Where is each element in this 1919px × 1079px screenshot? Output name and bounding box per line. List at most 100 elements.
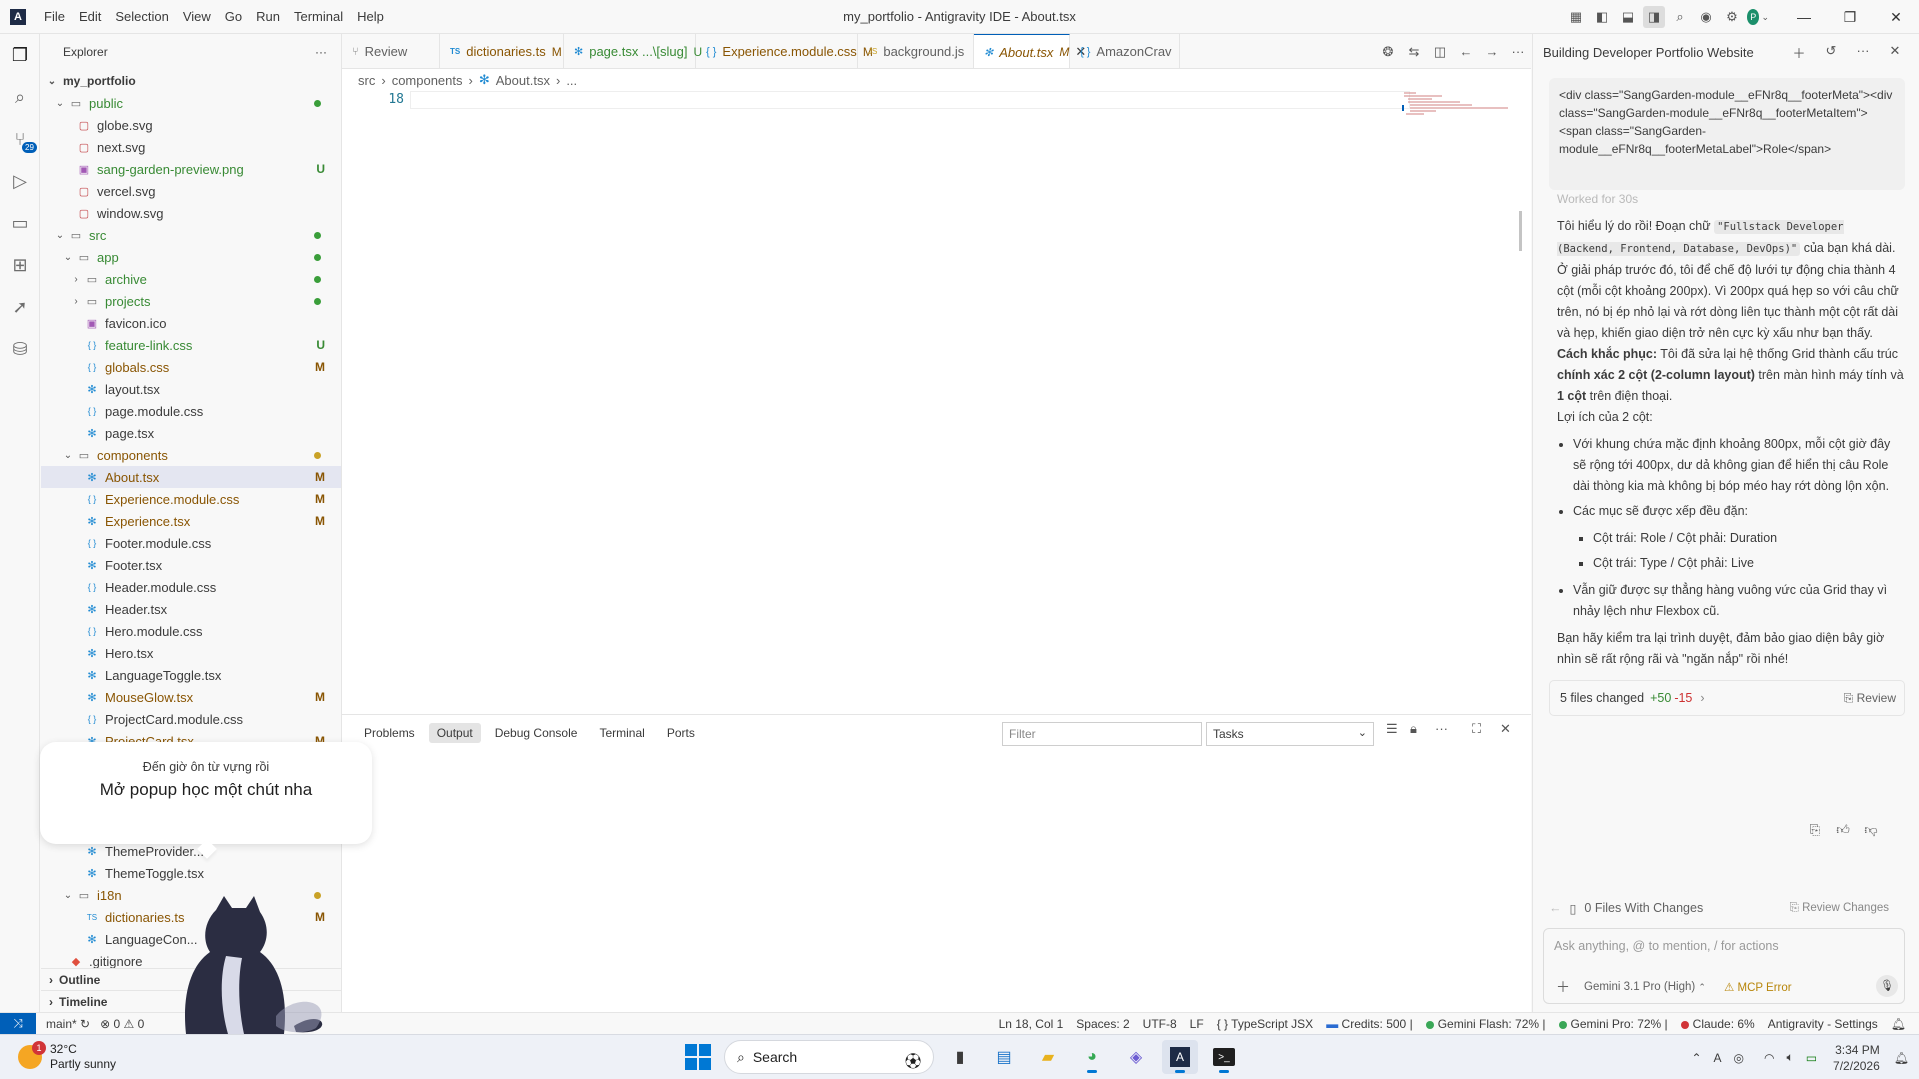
close-panel-icon[interactable]: ✕ — [1500, 721, 1511, 737]
file-item[interactable]: { } feature-link.css U — [41, 334, 341, 356]
taskbar-search[interactable]: ⌕ Search ⚽︎ — [724, 1040, 934, 1074]
battery-icon[interactable]: ▭ — [1806, 1051, 1817, 1065]
folder-item[interactable]: ⌄ ▭ app — [41, 246, 341, 268]
file-item[interactable]: ▣ favicon.ico — [41, 312, 341, 334]
file-item[interactable]: { } Hero.module.css — [41, 620, 341, 642]
vocab-reminder-popup[interactable]: Đến giờ ôn từ vựng rồi Mở popup học một … — [40, 742, 372, 844]
folder-item[interactable]: › ▭ projects — [41, 290, 341, 312]
panel-tab-ports[interactable]: Ports — [659, 723, 703, 743]
new-chat-icon[interactable]: ＋ — [1783, 43, 1815, 62]
toggle-panel-icon[interactable]: ⬓ — [1617, 6, 1639, 28]
toggle-secondary-sidebar-icon[interactable]: ◨ — [1643, 6, 1665, 28]
menu-item-edit[interactable]: Edit — [72, 0, 108, 34]
toggle-primary-sidebar-icon[interactable]: ◧ — [1591, 6, 1613, 28]
file-item[interactable]: ✻ About.tsx M — [41, 466, 341, 488]
menu-item-run[interactable]: Run — [249, 0, 287, 34]
close-window-button[interactable]: ✕ — [1873, 0, 1919, 34]
thumbs-up-icon[interactable]: 👍︎ — [1829, 822, 1857, 838]
customize-layout-icon[interactable]: ▦ — [1565, 6, 1587, 28]
editor-tab[interactable]: ✻ page.tsx ...\[slug] U — [564, 34, 702, 68]
file-item[interactable]: { } globals.css M — [41, 356, 341, 378]
menu-item-file[interactable]: File — [37, 0, 72, 34]
file-item[interactable]: ✻ Hero.tsx — [41, 642, 341, 664]
more-actions-icon[interactable]: ··· — [315, 45, 327, 59]
gemini-pro-quota[interactable]: Gemini Pro: 72% | — [1558, 1017, 1668, 1031]
go-forward-icon[interactable]: → — [1479, 44, 1505, 59]
more-actions-icon[interactable]: ··· — [1435, 721, 1448, 736]
split-editor-icon[interactable]: ◫ — [1427, 44, 1453, 60]
restore-button[interactable]: ❐ — [1827, 0, 1873, 34]
chrome-icon[interactable]: ◕ — [1074, 1040, 1110, 1074]
file-item[interactable]: ▢ globe.svg — [41, 114, 341, 136]
menu-item-go[interactable]: Go — [218, 0, 249, 34]
breadcrumb-components[interactable]: components — [392, 73, 463, 88]
editor-tab[interactable]: ✻ About.tsx M ✕ — [974, 34, 1086, 68]
file-item[interactable]: ▢ vercel.svg — [41, 180, 341, 202]
antigravity-app-icon[interactable]: A — [1162, 1040, 1198, 1074]
more-actions-icon[interactable]: ··· — [1505, 44, 1531, 59]
antigravity-settings[interactable]: Antigravity - Settings — [1768, 1017, 1878, 1031]
extensions-icon[interactable]: ⊞ — [0, 244, 40, 286]
problems-indicator[interactable]: ⊗ 0 ⚠ 0 — [100, 1017, 144, 1031]
file-item[interactable]: ✻ page.tsx — [41, 422, 341, 444]
file-item[interactable]: ✻ LanguageToggle.tsx — [41, 664, 341, 686]
git-branch[interactable]: main* ↻ — [46, 1017, 90, 1031]
files-changed-summary[interactable]: 5 files changed +50 -15 › ⎘ Review — [1549, 680, 1905, 716]
remote-explorer-icon[interactable]: ▭ — [0, 202, 40, 244]
windows-start-icon[interactable] — [680, 1040, 716, 1074]
model-selector[interactable]: Gemini 3.1 Pro (High) ⌃ — [1584, 981, 1706, 993]
editor-tab[interactable]: JS background.js — [858, 34, 974, 68]
panel-tab-problems[interactable]: Problems — [356, 723, 423, 743]
account-avatar[interactable]: P ⌄ — [1747, 6, 1769, 28]
review-button[interactable]: ⎘ Review — [1844, 691, 1896, 706]
folder-item[interactable]: ⌄ ▭ public — [41, 92, 341, 114]
editor-scrollbar[interactable] — [1519, 211, 1522, 251]
end-of-line[interactable]: LF — [1190, 1017, 1204, 1031]
compare-icon[interactable]: ⇆ — [1401, 44, 1427, 60]
back-arrow-icon[interactable]: ← — [1549, 901, 1562, 915]
gear-icon[interactable]: ⚙ — [1721, 6, 1743, 28]
language-mode[interactable]: { } TypeScript JSX — [1217, 1017, 1314, 1031]
maximize-panel-icon[interactable]: ⛶ — [1472, 721, 1481, 737]
close-icon[interactable]: ✕ — [1879, 43, 1911, 62]
volume-icon[interactable]: 🔈︎ — [1787, 1050, 1794, 1065]
breadcrumb-src[interactable]: src — [358, 73, 375, 88]
copy-icon[interactable]: ⎘ — [1801, 822, 1829, 838]
gemini-flash-quota[interactable]: Gemini Flash: 72% | — [1425, 1017, 1546, 1031]
source-control-icon[interactable]: ⑂ 29 — [0, 118, 40, 160]
terminal-icon[interactable]: >_ — [1206, 1040, 1242, 1074]
weather-widget[interactable]: 1 32°C Partly sunny — [18, 1041, 116, 1072]
run-debug-icon[interactable]: ▷ — [0, 160, 40, 202]
mcp-error-indicator[interactable]: ⚠ MCP Error — [1724, 980, 1792, 994]
folder-item[interactable]: ⌄ ▭ src — [41, 224, 341, 246]
file-item[interactable]: ✻ Header.tsx — [41, 598, 341, 620]
copilot-icon[interactable]: ◈ — [1118, 1040, 1154, 1074]
go-back-icon[interactable]: ← — [1453, 44, 1479, 59]
minimap[interactable] — [1402, 91, 1512, 131]
search-icon[interactable]: ⌕ — [1669, 6, 1691, 28]
file-item[interactable]: ▢ next.svg — [41, 136, 341, 158]
file-item[interactable]: { } Experience.module.css M — [41, 488, 341, 510]
clock[interactable]: 3:34 PM 7/2/2026 — [1833, 1042, 1880, 1074]
panel-tab-terminal[interactable]: Terminal — [591, 723, 652, 743]
worked-duration[interactable]: Worked for 30s — [1557, 192, 1919, 206]
file-item[interactable]: { } Footer.module.css — [41, 532, 341, 554]
wifi-icon[interactable]: ◠ — [1764, 1051, 1774, 1065]
menu-item-selection[interactable]: Selection — [108, 0, 175, 34]
file-explorer-icon[interactable]: ▰ — [1030, 1040, 1066, 1074]
panel-tab-output[interactable]: Output — [428, 723, 481, 743]
file-item[interactable]: ✻ Experience.tsx M — [41, 510, 341, 532]
explorer-icon[interactable]: ❐ — [0, 34, 40, 76]
rocket-icon[interactable]: ➚ — [0, 286, 40, 328]
review-changes-button[interactable]: ⎘ Review Changes — [1790, 902, 1889, 915]
indentation[interactable]: Spaces: 2 — [1076, 1017, 1129, 1031]
task-view-icon[interactable]: ▮ — [942, 1040, 978, 1074]
credits-indicator[interactable]: ▬ Credits: 500 | — [1326, 1017, 1413, 1031]
encoding[interactable]: UTF-8 — [1143, 1017, 1177, 1031]
cat-mascot[interactable] — [176, 896, 326, 1034]
editor-tab[interactable]: { } AmazonCrav — [1070, 34, 1180, 68]
notepad-icon[interactable]: ▤ — [986, 1040, 1022, 1074]
thumbs-down-icon[interactable]: 👎︎ — [1857, 822, 1885, 838]
output-filter-input[interactable]: Filter — [1002, 722, 1202, 746]
list-filter-icon[interactable]: ☰ — [1386, 721, 1398, 737]
